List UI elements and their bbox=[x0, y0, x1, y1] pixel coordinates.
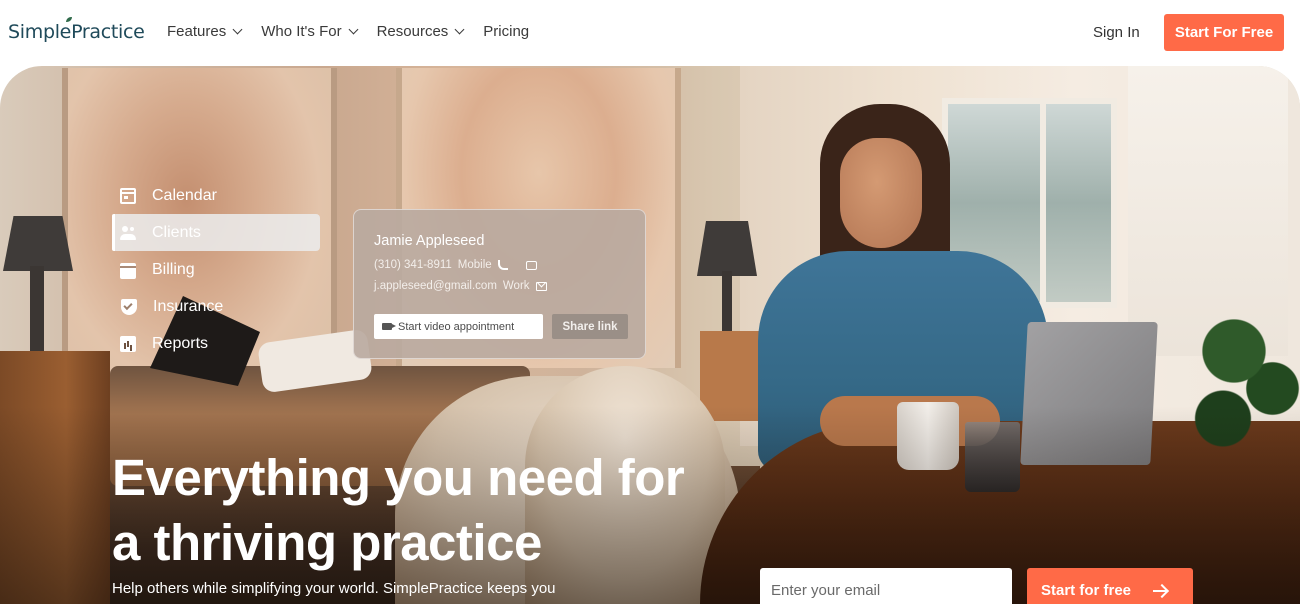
client-contact-card: Jamie Appleseed (310) 341-8911 Mobile j.… bbox=[353, 209, 646, 359]
photo-lamp-right bbox=[697, 221, 757, 276]
button-label: Start video appointment bbox=[398, 320, 515, 333]
start-video-appointment-button[interactable]: Start video appointment bbox=[374, 314, 543, 339]
menu-item-label: Billing bbox=[152, 260, 195, 278]
photo-window-frame bbox=[1040, 98, 1046, 308]
menu-item-clients[interactable]: Clients bbox=[112, 214, 320, 251]
logo[interactable]: SimplePractice bbox=[8, 17, 145, 43]
menu-item-label: Insurance bbox=[153, 297, 224, 315]
hero-headline: Everything you need for a thriving pract… bbox=[112, 445, 685, 575]
active-indicator bbox=[112, 214, 115, 251]
start-for-free-submit-button[interactable]: Start for free bbox=[1027, 568, 1193, 604]
reports-icon bbox=[120, 335, 136, 352]
chevron-down-icon bbox=[454, 24, 465, 35]
site-header: SimplePractice Features Who It's For Res… bbox=[0, 0, 1300, 66]
menu-item-insurance[interactable]: Insurance bbox=[112, 288, 320, 325]
arrow-right-icon bbox=[1153, 590, 1167, 592]
nav-features[interactable]: Features bbox=[167, 23, 243, 40]
main-nav: Features Who It's For Resources Pricing bbox=[167, 23, 549, 40]
hero-subtext: Help others while simplifying your world… bbox=[112, 580, 556, 597]
nav-label: Features bbox=[167, 23, 227, 40]
chat-icon[interactable] bbox=[525, 260, 537, 270]
menu-item-label: Clients bbox=[152, 223, 201, 241]
photo-lamp-left bbox=[3, 216, 73, 271]
phone-number: (310) 341-8911 bbox=[374, 259, 452, 271]
menu-item-label: Reports bbox=[152, 334, 209, 352]
photo-person-face bbox=[840, 138, 922, 248]
nav-label: Resources bbox=[376, 23, 449, 40]
chevron-down-icon bbox=[232, 24, 243, 35]
email-type: Work bbox=[502, 280, 530, 292]
start-for-free-button[interactable]: Start For Free bbox=[1164, 14, 1284, 51]
phone-type: Mobile bbox=[457, 259, 492, 271]
calendar-icon bbox=[120, 187, 136, 204]
menu-item-calendar[interactable]: Calendar bbox=[112, 177, 320, 214]
nav-who-its-for[interactable]: Who It's For bbox=[261, 23, 359, 40]
chevron-down-icon bbox=[348, 24, 359, 35]
insurance-shield-icon bbox=[121, 298, 137, 315]
logo-text: SimplePractice bbox=[8, 21, 145, 43]
email-input[interactable] bbox=[760, 568, 1012, 604]
phone-icon[interactable] bbox=[497, 260, 508, 270]
nav-label: Pricing bbox=[483, 23, 530, 40]
clients-icon bbox=[120, 225, 136, 241]
share-link-button[interactable]: Share link bbox=[552, 314, 628, 339]
video-camera-icon bbox=[382, 323, 396, 330]
billing-icon bbox=[120, 262, 136, 279]
phone-row: (310) 341-8911 Mobile bbox=[374, 259, 537, 271]
button-label: Start for free bbox=[1041, 581, 1132, 599]
nav-label: Who It's For bbox=[261, 23, 342, 40]
nav-pricing[interactable]: Pricing bbox=[483, 23, 529, 40]
headline-line-2: a thriving practice bbox=[112, 514, 542, 571]
menu-item-label: Calendar bbox=[152, 186, 217, 204]
client-name: Jamie Appleseed bbox=[374, 233, 485, 249]
headline-line-1: Everything you need for bbox=[112, 449, 685, 506]
menu-item-reports[interactable]: Reports bbox=[112, 325, 320, 362]
nav-resources[interactable]: Resources bbox=[376, 23, 465, 40]
menu-item-billing[interactable]: Billing bbox=[112, 251, 320, 288]
mail-icon[interactable] bbox=[535, 281, 547, 291]
email-address: j.appleseed@gmail.com bbox=[374, 280, 497, 292]
photo-lamp-left-base bbox=[30, 266, 44, 356]
sign-in-link[interactable]: Sign In bbox=[1093, 24, 1140, 41]
email-row: j.appleseed@gmail.com Work bbox=[374, 280, 547, 292]
feature-menu: Calendar Clients Billing Insurance Repor… bbox=[112, 177, 320, 362]
